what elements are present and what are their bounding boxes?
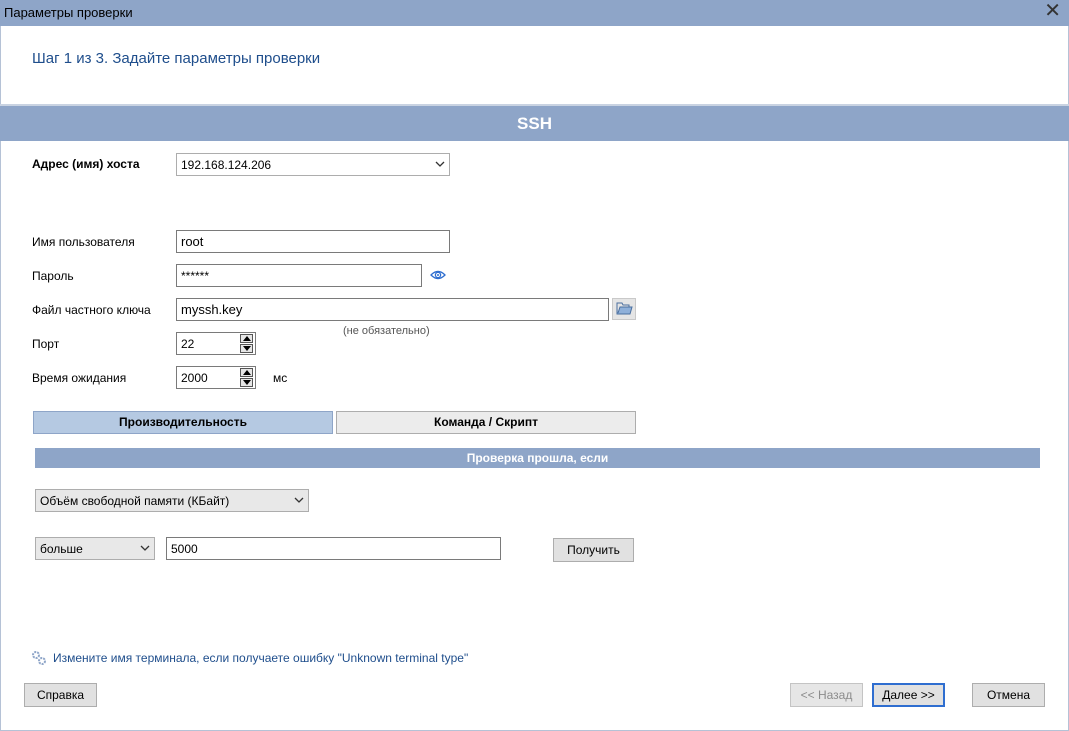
timeout-increment-button[interactable] [240, 368, 253, 377]
timeout-unit: мс [273, 371, 288, 385]
host-value: 192.168.124.206 [181, 158, 272, 172]
section-title-bar: SSH [0, 106, 1069, 141]
step-header: Шаг 1 из 3. Задайте параметры проверки [32, 50, 321, 67]
back-button[interactable]: << Назад [790, 683, 863, 707]
settings-icon [32, 651, 46, 665]
port-value: 22 [181, 337, 195, 351]
tab-performance[interactable]: Производительность [33, 411, 333, 434]
port-decrement-button[interactable] [240, 344, 253, 353]
browse-button[interactable] [612, 298, 636, 320]
window-title: Параметры проверки [4, 5, 133, 20]
get-value-button[interactable]: Получить [553, 538, 634, 562]
operator-select[interactable]: больше [35, 537, 155, 560]
username-input[interactable]: root [176, 230, 450, 253]
cancel-button[interactable]: Отмена [972, 683, 1045, 707]
port-increment-button[interactable] [240, 334, 253, 343]
password-label: Пароль [32, 269, 74, 283]
key-file-optional-note: (не обязательно) [343, 325, 430, 337]
terminal-type-hint-link[interactable]: Измените имя терминала, если получаете о… [53, 651, 468, 665]
eye-icon[interactable] [430, 267, 446, 283]
folder-icon [616, 302, 633, 315]
username-label: Имя пользователя [32, 235, 135, 249]
timeout-spinner[interactable]: 2000 [176, 366, 256, 389]
password-input[interactable]: ****** [176, 264, 422, 287]
metric-select-value: Объём свободной памяти (КБайт) [40, 494, 230, 508]
close-icon[interactable]: ✕ [1044, 0, 1061, 22]
port-label: Порт [32, 337, 60, 351]
host-label: Адрес (имя) хоста [32, 157, 140, 171]
next-button[interactable]: Далее >> [872, 683, 945, 707]
key-file-input[interactable]: myssh.key [176, 298, 609, 321]
timeout-label: Время ожидания [32, 371, 127, 385]
timeout-value: 2000 [181, 371, 208, 385]
chevron-down-icon [294, 497, 304, 503]
check-passed-header: Проверка прошла, если [35, 448, 1040, 468]
help-button[interactable]: Справка [24, 683, 97, 707]
title-bar: Параметры проверки ✕ [0, 0, 1069, 26]
timeout-decrement-button[interactable] [240, 378, 253, 387]
port-spinner[interactable]: 22 [176, 332, 256, 355]
chevron-down-icon [435, 161, 445, 167]
chevron-down-icon [140, 545, 150, 551]
threshold-input[interactable]: 5000 [166, 537, 501, 560]
host-combobox[interactable]: 192.168.124.206 [176, 153, 450, 176]
key-file-label: Файл частного ключа [32, 303, 151, 317]
tab-command-script[interactable]: Команда / Скрипт [336, 411, 636, 434]
operator-select-value: больше [40, 542, 83, 556]
metric-select[interactable]: Объём свободной памяти (КБайт) [35, 489, 309, 512]
